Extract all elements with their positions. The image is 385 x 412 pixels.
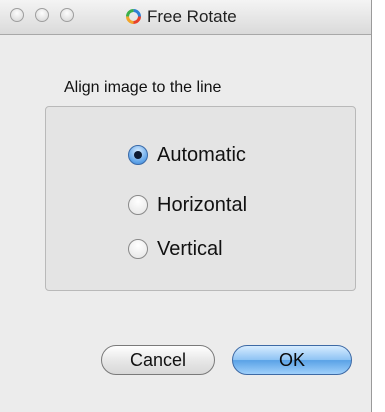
radio-label-vertical[interactable]: Vertical <box>157 238 223 261</box>
ok-button[interactable]: OK <box>232 345 352 375</box>
radio-option-vertical[interactable]: Vertical <box>128 236 223 262</box>
radio-button-horizontal[interactable] <box>128 195 148 215</box>
group-label: Align image to the line <box>64 79 222 96</box>
minimize-window-button[interactable] <box>35 8 49 22</box>
radio-option-horizontal[interactable]: Horizontal <box>128 192 247 218</box>
cancel-button[interactable]: Cancel <box>101 345 215 375</box>
radio-label-automatic[interactable]: Automatic <box>157 144 246 167</box>
radio-option-automatic[interactable]: Automatic <box>128 142 246 168</box>
close-window-button[interactable] <box>10 8 24 22</box>
radio-label-horizontal[interactable]: Horizontal <box>157 194 247 217</box>
app-icon <box>126 9 141 24</box>
dialog-window: Free Rotate Align image to the line Auto… <box>0 0 372 412</box>
radio-button-automatic[interactable] <box>128 145 148 165</box>
title-bar[interactable]: Free Rotate <box>0 0 371 35</box>
window-title: Free Rotate <box>147 7 237 26</box>
zoom-window-button[interactable] <box>60 8 74 22</box>
radio-button-vertical[interactable] <box>128 239 148 259</box>
